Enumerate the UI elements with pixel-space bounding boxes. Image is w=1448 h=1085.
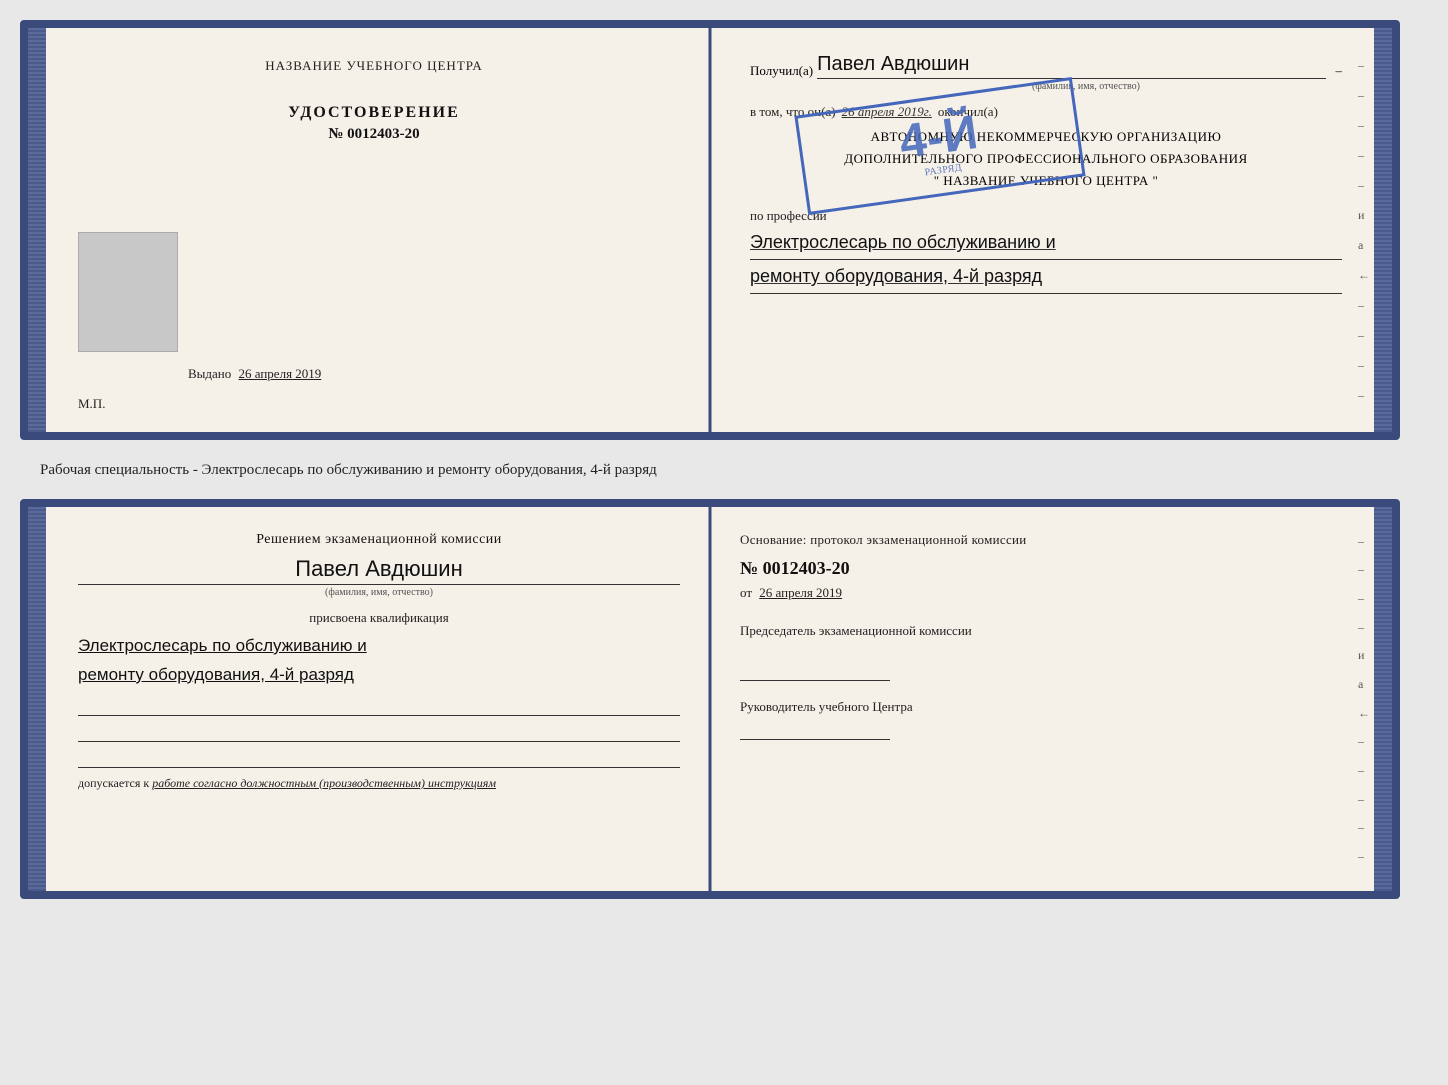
b-dash-6: а	[1358, 677, 1370, 692]
cert-label: УДОСТОВЕРЕНИЕ	[288, 104, 460, 122]
dash-3: –	[1358, 112, 1370, 138]
chairman-label: Председатель экзаменационной комиссии	[740, 621, 1342, 641]
protocol-number: № 0012403-20	[740, 558, 1342, 579]
dash-12: –	[1358, 382, 1370, 408]
underline-2	[78, 722, 680, 742]
допуск-line: допускается к работе согласно должностны…	[78, 776, 680, 791]
dash-5: –	[1358, 172, 1370, 198]
director-signature-line	[740, 720, 890, 740]
dash-2: –	[1358, 82, 1370, 108]
underline-3	[78, 748, 680, 768]
kvalif-label: присвоена квалификация	[78, 610, 680, 626]
date-line: от 26 апреля 2019	[740, 585, 1342, 601]
vtom-line: в том, что он(а) 26 апреля 2019г. окончи…	[750, 104, 1342, 120]
received-label: Получил(а)	[750, 63, 813, 79]
top-booklet: НАЗВАНИЕ УЧЕБНОГО ЦЕНТРА УДОСТОВЕРЕНИЕ №…	[20, 20, 1400, 440]
bottom-right-page: Основание: протокол экзаменационной коми…	[710, 507, 1392, 891]
допуск-value: работе согласно должностным (производств…	[152, 776, 496, 790]
bottom-spine-right	[1374, 507, 1392, 891]
person-subtitle-bottom: (фамилия, имя, отчество)	[78, 587, 680, 598]
issued-date: 26 апреля 2019	[239, 366, 322, 381]
right-dash-lines: – – – – – и а ← – – – –	[1358, 48, 1370, 412]
b-dash-2: –	[1358, 562, 1370, 577]
b-dash-3: –	[1358, 591, 1370, 606]
org-line2: ДОПОЛНИТЕЛЬНОГО ПРОФЕССИОНАЛЬНОГО ОБРАЗО…	[750, 148, 1342, 170]
kvalif-line1: Электрослесарь по обслуживанию и	[78, 632, 680, 661]
b-dash-8: –	[1358, 734, 1370, 749]
name-subtitle-top: (фамилия, имя, отчество)	[830, 81, 1342, 92]
osnov-text: Основание: протокол экзаменационной коми…	[740, 532, 1342, 548]
b-dash-4: –	[1358, 620, 1370, 635]
dash-6: и	[1358, 202, 1370, 228]
date-label: от	[740, 585, 752, 600]
cert-number: № 0012403-20	[328, 126, 419, 143]
b-dash-11: –	[1358, 820, 1370, 835]
org-block: 4-й разряд АВТОНОМНУЮ НЕКОММЕРЧЕСКУЮ ОРГ…	[750, 126, 1342, 192]
person-name-large: Павел Авдюшин	[78, 556, 680, 585]
profession-handwritten-2: ремонту оборудования, 4-й разряд	[750, 262, 1342, 294]
dash-8: ←	[1358, 262, 1370, 288]
dash-4: –	[1358, 142, 1370, 168]
dash-9: –	[1358, 292, 1370, 318]
b-dash-12: –	[1358, 849, 1370, 864]
photo-placeholder	[78, 232, 178, 352]
org-line1: АВТОНОМНУЮ НЕКОММЕРЧЕСКУЮ ОРГАНИЗАЦИЮ	[750, 126, 1342, 148]
profession-label: по профессии	[750, 208, 1342, 224]
caption-between: Рабочая специальность - Электрослесарь п…	[20, 458, 1428, 481]
dash-11: –	[1358, 352, 1370, 378]
bottom-booklet: Решением экзаменационной комиссии Павел …	[20, 499, 1400, 899]
bottom-right-dashes: – – – – и а ← – – – – –	[1358, 527, 1370, 871]
vtom-date: 26 апреля 2019г.	[842, 104, 932, 120]
issued-line: Выдано 26 апреля 2019	[188, 366, 321, 382]
page-wrapper: НАЗВАНИЕ УЧЕБНОГО ЦЕНТРА УДОСТОВЕРЕНИЕ №…	[20, 20, 1428, 899]
received-name: Павел Авдюшин	[817, 53, 1325, 79]
profession-handwritten-1: Электрослесарь по обслуживанию и	[750, 228, 1342, 260]
b-dash-10: –	[1358, 792, 1370, 807]
kvalif-line2: ремонту оборудования, 4-й разряд	[78, 661, 680, 690]
допуск-label: допускается к	[78, 776, 149, 790]
finished-label: окончил(а)	[938, 104, 998, 120]
b-dash-9: –	[1358, 763, 1370, 778]
b-dash-1: –	[1358, 534, 1370, 549]
org-line3: " НАЗВАНИЕ УЧЕБНОГО ЦЕНТРА "	[750, 170, 1342, 192]
dash-1: –	[1358, 52, 1370, 78]
top-right-page: Получил(а) Павел Авдюшин – (фамилия, имя…	[710, 28, 1392, 432]
top-left-page: НАЗВАНИЕ УЧЕБНОГО ЦЕНТРА УДОСТОВЕРЕНИЕ №…	[28, 28, 710, 432]
b-dash-7: ←	[1358, 706, 1370, 721]
date-value: 26 апреля 2019	[759, 585, 842, 600]
underline-1	[78, 696, 680, 716]
issued-label: Выдано	[188, 366, 231, 381]
commission-title: Решением экзаменационной комиссии	[78, 532, 680, 548]
b-dash-5: и	[1358, 648, 1370, 663]
bottom-left-page: Решением экзаменационной комиссии Павел …	[28, 507, 710, 891]
vtom-label: в том, что он(а)	[750, 104, 836, 120]
received-line: Получил(а) Павел Авдюшин –	[750, 53, 1342, 79]
mp-label: М.П.	[78, 396, 105, 412]
dash-10: –	[1358, 322, 1370, 348]
spine-right	[1374, 28, 1392, 432]
chairman-signature-line	[740, 661, 890, 681]
director-label: Руководитель учебного Центра	[740, 697, 1342, 717]
org-title-left: НАЗВАНИЕ УЧЕБНОГО ЦЕНТРА	[265, 58, 482, 74]
dash-7: а	[1358, 232, 1370, 258]
